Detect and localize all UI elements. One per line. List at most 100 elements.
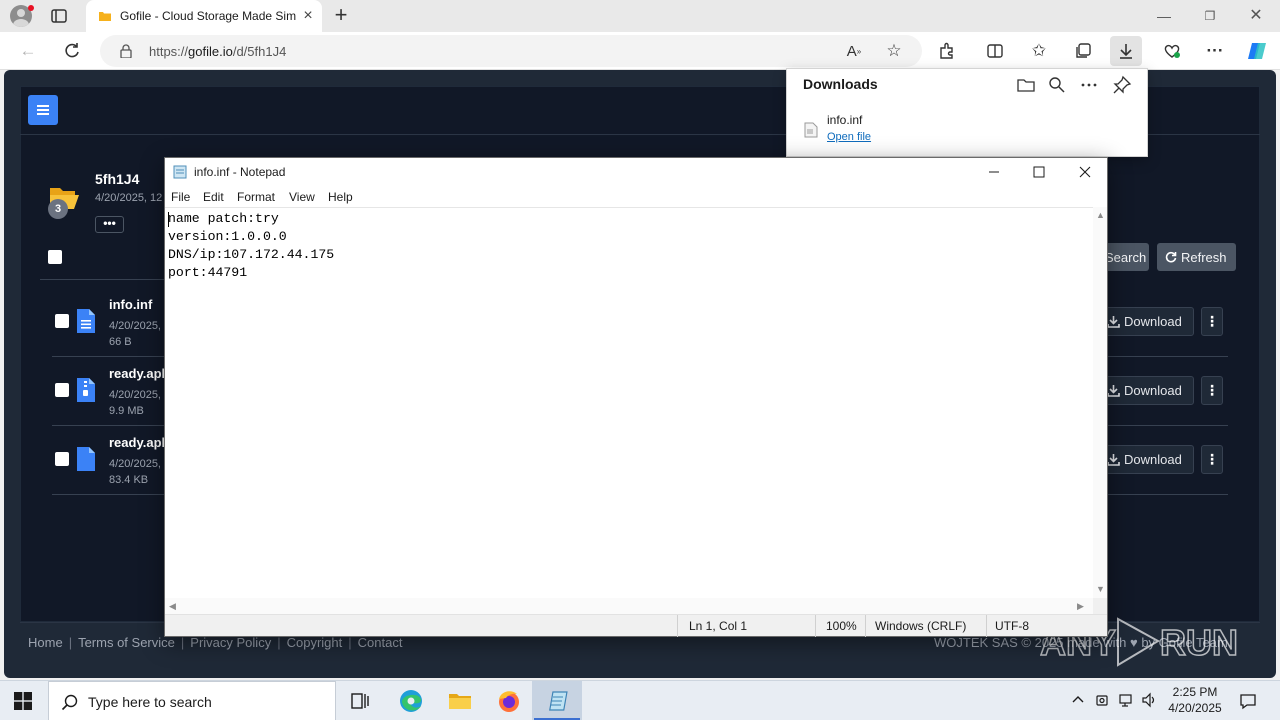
scroll-down-icon[interactable]: ▼ (1096, 584, 1105, 594)
firefox-icon[interactable] (494, 686, 524, 716)
back-button[interactable]: ← (16, 39, 40, 63)
file-name[interactable]: ready.apk (109, 435, 164, 450)
file-checkbox[interactable] (55, 383, 69, 397)
browser-tab-gofile[interactable]: Gofile - Cloud Storage Made Simple × (86, 0, 322, 32)
notepad-title-bar[interactable]: info.inf - Notepad (165, 158, 1107, 186)
file-explorer-icon[interactable] (445, 686, 475, 716)
gofile-favicon-icon (99, 12, 111, 21)
taskbar-search-box[interactable]: Type here to search (48, 681, 336, 720)
footer-link-copyright[interactable]: Copyright (287, 635, 343, 650)
volume-icon[interactable] (1141, 692, 1157, 708)
file-size: 9.9 MB (109, 405, 144, 417)
download-button[interactable]: Download (1098, 307, 1194, 336)
scroll-right-icon[interactable]: ▶ (1077, 601, 1084, 612)
file-name[interactable]: info.inf (109, 297, 164, 312)
url-path: /d/5fh1J4 (232, 44, 287, 59)
settings-more-icon[interactable]: ··· (1203, 39, 1227, 63)
more-options-icon[interactable] (1078, 74, 1100, 96)
menu-bar (37, 113, 49, 115)
menu-format[interactable]: Format (237, 190, 275, 204)
menu-file[interactable]: File (171, 190, 190, 204)
browser-essentials-icon[interactable] (1160, 39, 1184, 63)
tab-close-icon[interactable]: × (300, 8, 316, 24)
file-more-button[interactable]: ⋮ (1201, 307, 1223, 336)
text-line: name patch:try (168, 211, 279, 226)
download-button[interactable]: Download (1098, 445, 1194, 474)
show-hidden-icons-chevron[interactable] (1070, 692, 1086, 708)
select-all-checkbox[interactable] (48, 250, 62, 264)
browser-restore-button[interactable]: ❐ (1200, 6, 1220, 26)
browser-minimize-button[interactable]: — (1154, 6, 1174, 26)
separator: | (277, 635, 281, 650)
hamburger-menu-button[interactable] (28, 95, 58, 125)
vertical-scrollbar[interactable]: ▲ ▼ (1093, 207, 1107, 598)
notification-center-icon[interactable] (1239, 692, 1257, 710)
network-icon[interactable] (1118, 692, 1134, 708)
notepad-window: info.inf - Notepad File Edit Format View… (164, 157, 1108, 637)
downloads-button[interactable] (1110, 36, 1142, 66)
notepad-minimize-button[interactable] (971, 158, 1017, 186)
split-screen-icon[interactable] (983, 39, 1007, 63)
search-icon[interactable] (1046, 74, 1068, 96)
file-count-badge: 3 (48, 199, 68, 219)
footer-link-privacy[interactable]: Privacy Policy (190, 635, 271, 650)
separator: | (180, 635, 185, 650)
menu-edit[interactable]: Edit (203, 190, 224, 204)
download-icon (1107, 316, 1120, 328)
read-aloud-icon[interactable]: A» (842, 39, 866, 63)
open-folder-icon[interactable] (1015, 74, 1037, 96)
status-divider (986, 615, 987, 637)
file-name[interactable]: ready.apk (109, 366, 164, 381)
menu-help[interactable]: Help (328, 190, 353, 204)
open-file-link[interactable]: Open file (827, 131, 871, 143)
downloaded-file-name[interactable]: info.inf (827, 113, 862, 127)
menu-view[interactable]: View (289, 190, 315, 204)
folder-more-button[interactable]: ••• (95, 216, 124, 233)
favorite-star-icon[interactable]: ☆ (882, 39, 906, 63)
address-bar[interactable]: https://gofile.io/d/5fh1J4 (100, 35, 922, 67)
folder-name: 5fh1J4 (95, 171, 140, 187)
archive-file-icon (77, 378, 95, 402)
collections-icon[interactable] (1071, 39, 1095, 63)
extensions-icon[interactable] (935, 39, 959, 63)
copilot-icon[interactable] (1245, 39, 1269, 63)
scroll-left-icon[interactable]: ◀ (169, 601, 176, 612)
taskbar-clock[interactable]: 2:25 PM 4/20/2025 (1160, 684, 1230, 716)
notepad-text-area[interactable]: name patch:try version:1.0.0.0 DNS/ip:107.… (165, 207, 1093, 598)
scroll-corner (1093, 598, 1107, 614)
edge-browser-icon[interactable] (396, 686, 426, 716)
text-content: name patch:try version:1.0.0.0 DNS/ip:107.… (168, 210, 334, 282)
folder-date: 4/20/2025, 12 (95, 192, 163, 204)
windows-taskbar: Type here to search 2:25 PM 4/20/2025 (0, 680, 1280, 720)
favorites-icon[interactable]: ✩ (1027, 39, 1051, 63)
notepad-close-button[interactable] (1062, 158, 1108, 186)
task-view-icon[interactable] (345, 686, 375, 716)
url-domain: gofile.io (188, 44, 233, 59)
file-more-button[interactable]: ⋮ (1201, 376, 1223, 405)
clock-time: 2:25 PM (1172, 685, 1218, 699)
new-tab-button[interactable]: + (330, 4, 352, 27)
footer-link-terms[interactable]: Terms of Service (78, 635, 175, 650)
notepad-maximize-button[interactable] (1016, 158, 1062, 186)
footer-link-home[interactable]: Home (28, 635, 63, 650)
refresh-button[interactable]: Refresh (1157, 243, 1236, 271)
download-button[interactable]: Download (1098, 376, 1194, 405)
footer-link-contact[interactable]: Contact (358, 635, 403, 650)
notepad-taskbar-icon[interactable] (542, 686, 572, 716)
scroll-up-icon[interactable]: ▲ (1096, 210, 1105, 220)
pin-icon[interactable] (1111, 74, 1133, 96)
file-more-button[interactable]: ⋮ (1201, 445, 1223, 474)
windows-start-icon[interactable] (14, 692, 32, 710)
file-checkbox[interactable] (55, 452, 69, 466)
file-icon (804, 122, 818, 138)
taskbar-search-placeholder: Type here to search (88, 694, 212, 710)
lock-icon (120, 44, 132, 58)
file-checkbox[interactable] (55, 314, 69, 328)
meet-now-icon[interactable] (1095, 692, 1111, 708)
browser-close-button[interactable]: ✕ (1246, 6, 1266, 26)
horizontal-scrollbar[interactable]: ◀ ▶ (165, 598, 1093, 614)
text-line: version:1.0.0.0 (168, 229, 287, 244)
reload-button[interactable] (60, 39, 84, 63)
tab-actions-icon[interactable] (50, 7, 68, 25)
download-icon (1107, 454, 1120, 466)
